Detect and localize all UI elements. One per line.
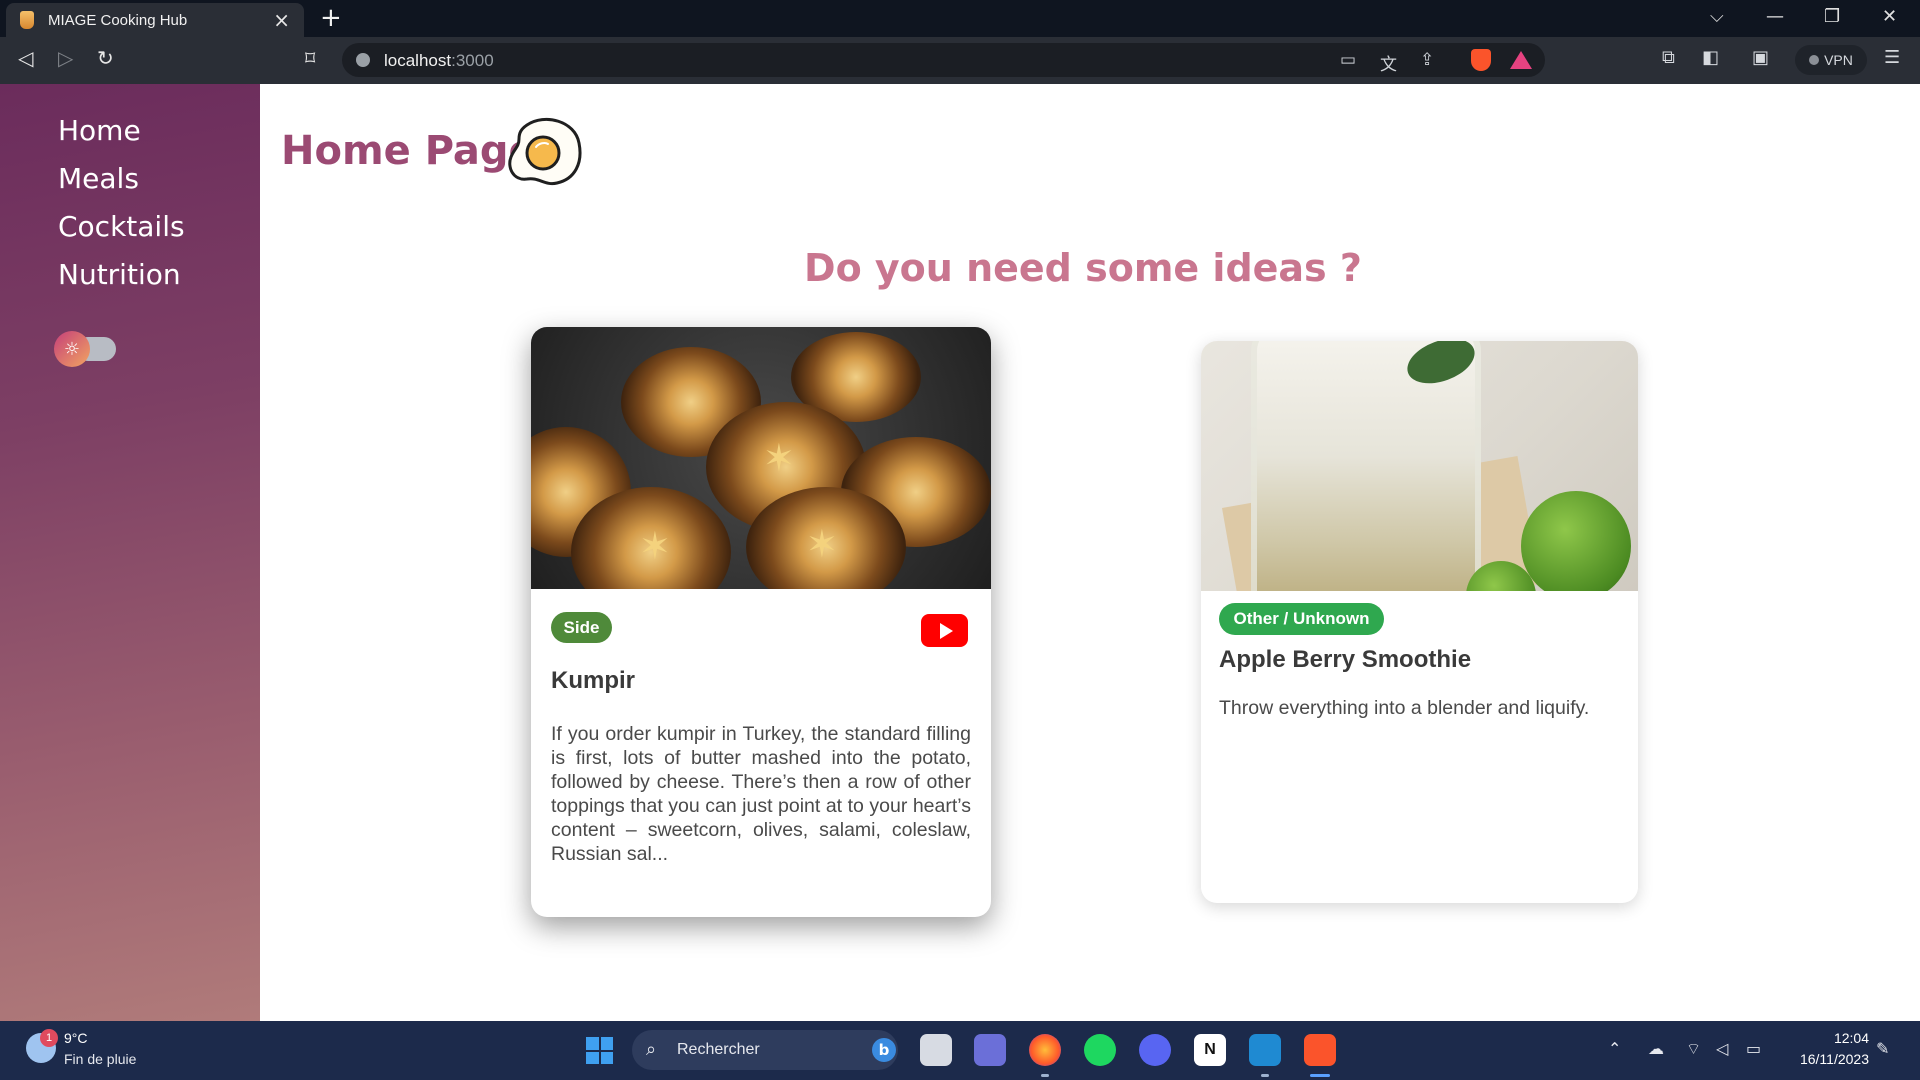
card-title: Apple Berry Smoothie: [1219, 646, 1472, 673]
url-text[interactable]: localhost:3000: [384, 51, 494, 71]
onedrive-icon[interactable]: ☁: [1648, 1039, 1664, 1058]
notion-icon[interactable]: N: [1194, 1034, 1226, 1066]
running-indicator: [1261, 1074, 1269, 1077]
address-bar[interactable]: localhost:3000 ▭ 文 ⇪: [342, 43, 1545, 77]
sidebar-toggle-icon[interactable]: ◧: [1702, 47, 1719, 68]
bing-icon[interactable]: b: [872, 1038, 896, 1062]
vpn-button[interactable]: VPN: [1795, 45, 1867, 75]
battery-icon[interactable]: ▭: [1746, 1039, 1761, 1058]
card-description: Throw everything into a blender and liqu…: [1219, 697, 1590, 719]
discord-icon[interactable]: [1139, 1034, 1171, 1066]
sun-icon: ☼: [54, 331, 90, 367]
meal-card-kumpir[interactable]: ✶ ✶ ✶ Side Kumpir If you order kumpir in…: [531, 327, 991, 917]
back-icon[interactable]: ◁: [18, 46, 33, 70]
vpn-status-icon: [1809, 55, 1820, 65]
search-placeholder: Rechercher: [677, 1041, 760, 1058]
weather-temp[interactable]: 9°C: [64, 1030, 88, 1046]
category-badge: Other / Unknown: [1219, 603, 1384, 635]
maple-leaf-icon: ✶: [639, 524, 671, 568]
reload-icon[interactable]: ↻: [97, 46, 114, 70]
search-icon: ⌕: [646, 1039, 657, 1060]
volume-icon[interactable]: ◁: [1716, 1039, 1728, 1058]
cast-icon[interactable]: ▭: [1340, 50, 1356, 70]
brave-shields-icon[interactable]: [1471, 49, 1491, 71]
vscode-icon[interactable]: [1249, 1034, 1281, 1066]
browser-tab-active[interactable]: MIAGE Cooking Hub ×: [6, 3, 304, 37]
forward-icon[interactable]: ▷: [58, 46, 73, 70]
teams-chat-icon[interactable]: [974, 1034, 1006, 1066]
taskbar-search[interactable]: ⌕ Rechercher b: [632, 1030, 898, 1070]
close-window-icon[interactable]: ✕: [1882, 6, 1897, 27]
card-image-cocktail: [1201, 341, 1638, 591]
url-port: :3000: [451, 51, 494, 70]
tray-overflow-icon[interactable]: ⌃: [1608, 1039, 1621, 1058]
clock-date[interactable]: 16/11/2023: [1784, 1051, 1869, 1067]
active-indicator: [1310, 1074, 1330, 1077]
weather-description[interactable]: Fin de pluie: [64, 1051, 136, 1067]
windows-start-icon[interactable]: [586, 1037, 613, 1064]
sidebar-item-home[interactable]: Home: [58, 114, 141, 147]
browser-toolbar: ◁ ▷ ↻ ⌑ localhost:3000 ▭ 文 ⇪ ⧉ ◧ ▣ VPN ☰: [0, 37, 1920, 84]
card-description: If you order kumpir in Turkey, the stand…: [551, 723, 971, 865]
vpn-label: VPN: [1824, 52, 1853, 68]
task-view-icon[interactable]: [920, 1034, 952, 1066]
lime-shape: [1521, 491, 1631, 591]
play-icon: [939, 622, 953, 639]
maple-leaf-icon: ✶: [806, 522, 838, 566]
restore-icon[interactable]: ❐: [1824, 6, 1840, 27]
spotify-icon[interactable]: [1084, 1034, 1116, 1066]
maple-leaf-icon: ✶: [763, 436, 795, 480]
theme-toggle[interactable]: ☼: [54, 331, 116, 367]
share-icon[interactable]: ⇪: [1420, 50, 1434, 70]
card-title: Kumpir: [551, 667, 635, 694]
menu-icon[interactable]: ☰: [1884, 47, 1900, 68]
sidebar-item-cocktails[interactable]: Cocktails: [58, 210, 185, 243]
windows-taskbar: 1 9°C Fin de pluie ⌕ Rechercher b N ⌃ ☁ …: [0, 1021, 1920, 1080]
card-image-tarts: ✶ ✶ ✶: [531, 327, 991, 589]
brave-rewards-icon[interactable]: [1510, 51, 1532, 69]
url-host: localhost: [384, 51, 452, 70]
sidebar-item-meals[interactable]: Meals: [58, 162, 139, 195]
tab-title: MIAGE Cooking Hub: [48, 11, 188, 29]
youtube-icon[interactable]: [921, 614, 968, 647]
wallet-icon[interactable]: ▣: [1752, 47, 1769, 68]
firefox-icon[interactable]: [1029, 1034, 1061, 1066]
minimize-icon[interactable]: —: [1766, 6, 1784, 27]
page-title: Home Page: [281, 128, 536, 174]
site-info-icon[interactable]: [356, 53, 370, 67]
brave-icon[interactable]: [1304, 1034, 1336, 1066]
extensions-icon[interactable]: ⧉: [1662, 47, 1675, 68]
favicon-icon: [20, 11, 34, 29]
tab-search-chevron-icon[interactable]: ⌵: [1710, 6, 1724, 27]
tab-close-icon[interactable]: ×: [273, 10, 290, 30]
clock-time[interactable]: 12:04: [1825, 1030, 1869, 1046]
ideas-heading: Do you need some ideas ?: [804, 246, 1362, 290]
browser-tabbar: MIAGE Cooking Hub × + ⌵ — ❐ ✕: [0, 0, 1920, 37]
weather-alert-badge: 1: [40, 1029, 58, 1047]
sidebar: Home Meals Cocktails Nutrition ☼: [0, 84, 260, 1021]
notifications-icon[interactable]: ✎: [1876, 1039, 1889, 1058]
wifi-icon[interactable]: ⌔: [1686, 1039, 1701, 1059]
fried-egg-icon: [508, 117, 582, 186]
new-tab-button[interactable]: +: [320, 3, 342, 33]
translate-icon[interactable]: 文: [1380, 50, 1397, 75]
running-indicator: [1041, 1074, 1049, 1077]
cocktail-card-apple-berry-smoothie[interactable]: Other / Unknown Apple Berry Smoothie Thr…: [1201, 341, 1638, 903]
category-badge: Side: [551, 612, 612, 643]
bookmark-icon[interactable]: ⌑: [305, 46, 315, 70]
